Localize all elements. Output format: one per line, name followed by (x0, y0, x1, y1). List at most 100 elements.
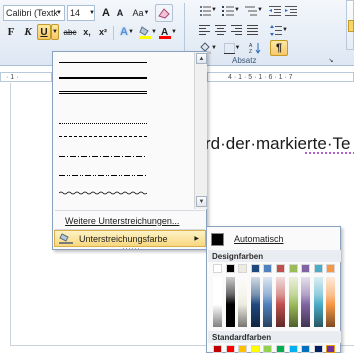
theme-color-shades[interactable] (301, 277, 311, 327)
standard-color-swatch[interactable] (301, 345, 311, 353)
decrease-indent-button[interactable] (268, 2, 282, 18)
theme-color-shades[interactable] (213, 277, 222, 327)
ruler-text-right: 4 · 1 · 5 · 1 · 6 · 1 · 7 (228, 73, 293, 81)
theme-color-swatch[interactable] (263, 264, 273, 273)
underline-style-dash-dot[interactable] (59, 156, 147, 157)
automatic-color-option[interactable]: Automatisch (211, 230, 337, 248)
numbering-button[interactable]: ▼ (220, 2, 242, 18)
underline-style-thick[interactable] (59, 77, 147, 79)
paragraph-dialog-launcher[interactable]: ↘ (326, 55, 336, 65)
shrink-font-button[interactable]: A (114, 5, 126, 21)
submenu-arrow-icon: ▶ (194, 236, 199, 242)
theme-colors-header: Designfarben (208, 250, 341, 262)
style-swatch[interactable] (348, 20, 354, 32)
underline-list-scrollbar[interactable]: ▲ ▼ (194, 52, 207, 209)
horizontal-ruler-left[interactable]: · 1 · (0, 72, 52, 82)
standard-color-swatch[interactable] (225, 345, 235, 353)
italic-button[interactable]: K (22, 24, 34, 40)
align-center-button[interactable] (213, 22, 227, 38)
underline-style-dash-dot-dot[interactable] (59, 175, 147, 176)
standard-color-swatch[interactable] (276, 345, 285, 353)
standard-colors-header: Standardfarben (208, 331, 341, 343)
bold-button[interactable]: F (5, 24, 17, 40)
horizontal-ruler-right[interactable]: 4 · 1 · 5 · 1 · 6 · 1 · 7 (207, 72, 354, 82)
theme-color-shades[interactable] (238, 277, 248, 327)
document-text[interactable]: rd·der·markierte·Te (205, 134, 350, 154)
chevron-up-icon: ▲ (198, 55, 205, 62)
line-spacing-button[interactable]: ▼ (268, 22, 290, 38)
font-color-icon: A (159, 27, 172, 39)
theme-color-swatch[interactable] (313, 264, 323, 273)
automatic-color-swatch (211, 232, 224, 246)
theme-color-swatch[interactable] (301, 264, 311, 273)
standard-color-swatch[interactable] (238, 345, 248, 353)
underline-style-double[interactable] (59, 91, 147, 94)
decrease-indent-icon (269, 5, 281, 16)
align-right-button[interactable] (229, 22, 243, 38)
pilcrow-icon: ¶ (275, 42, 283, 54)
standard-color-swatch[interactable] (213, 345, 222, 353)
borders-button[interactable]: ▼ (221, 40, 243, 56)
standard-color-swatch[interactable] (326, 345, 336, 353)
paragraph-group-label: Absatz (232, 56, 257, 65)
numbered-list-icon (222, 5, 235, 16)
borders-icon (223, 42, 235, 54)
theme-color-swatch[interactable] (213, 264, 222, 273)
text-effects-button[interactable]: A ▼ (117, 24, 137, 40)
underline-style-dashed[interactable] (59, 136, 147, 137)
underline-color-icon (59, 232, 73, 244)
standard-color-swatch[interactable] (250, 345, 260, 353)
underline-style-dotted[interactable] (59, 123, 147, 124)
subscript-button[interactable]: x, (80, 24, 94, 40)
bullet-list-icon (200, 5, 212, 16)
ruler-text-left: · 1 · (6, 73, 19, 81)
strikethrough-button[interactable]: abc (62, 24, 78, 40)
align-left-button[interactable] (197, 22, 211, 38)
underline-button[interactable]: U (37, 24, 51, 40)
grow-font-button[interactable]: A (99, 5, 113, 21)
increase-indent-icon (285, 5, 297, 16)
theme-color-shades[interactable] (326, 277, 336, 327)
clear-formatting-button[interactable] (155, 4, 173, 22)
increase-indent-button[interactable] (284, 2, 298, 18)
underline-style-wave[interactable] (59, 191, 147, 195)
underline-style-single[interactable] (59, 62, 147, 63)
theme-color-swatch[interactable] (288, 264, 298, 273)
font-size-dropdown-icon[interactable]: ▼ (88, 5, 96, 21)
standard-color-swatch[interactable] (313, 345, 323, 353)
sort-button[interactable]: AZ (247, 40, 265, 56)
justify-icon (246, 25, 258, 35)
theme-color-swatch[interactable] (225, 264, 235, 273)
resize-grip[interactable] (123, 248, 139, 250)
menu-separator (55, 210, 205, 211)
font-name-dropdown-icon[interactable]: ▼ (54, 5, 64, 21)
theme-color-shades[interactable] (288, 277, 298, 327)
theme-color-shades[interactable] (313, 277, 323, 327)
standard-color-swatch[interactable] (263, 345, 273, 353)
underline-dropdown-button[interactable]: ▼ (51, 24, 59, 40)
underline-styles-dropdown: ▲ ▼ Weitere Unterstreichungen... Unterst… (52, 51, 207, 250)
justify-button[interactable] (245, 22, 259, 38)
scroll-up-button[interactable]: ▲ (196, 53, 207, 64)
spelling-underline (305, 152, 354, 154)
change-case-button[interactable]: Aa ▼ (131, 5, 151, 21)
more-underlines-menu-item[interactable]: Weitere Unterstreichungen... (54, 212, 206, 229)
scroll-down-button[interactable]: ▼ (196, 196, 207, 207)
theme-color-swatch[interactable] (250, 264, 260, 273)
theme-color-swatch[interactable] (276, 264, 285, 273)
theme-color-swatch[interactable] (238, 264, 248, 273)
standard-color-swatch[interactable] (288, 345, 298, 353)
theme-color-shades[interactable] (225, 277, 235, 327)
bullets-button[interactable]: ▼ (197, 2, 219, 18)
show-formatting-marks-button[interactable]: ¶ (270, 40, 288, 56)
theme-color-swatch[interactable] (326, 264, 336, 273)
font-name-value: Calibri (Textk (6, 8, 59, 18)
highlight-color-button[interactable]: ▼ (138, 24, 158, 40)
underline-color-menu-item[interactable]: Unterstreichungsfarbe ▶ (54, 230, 206, 247)
theme-color-shades[interactable] (250, 277, 260, 327)
font-color-button[interactable]: A ▼ (158, 24, 178, 40)
theme-color-shades[interactable] (263, 277, 273, 327)
theme-color-shades[interactable] (276, 277, 285, 327)
superscript-button[interactable]: x² (96, 24, 110, 40)
multilevel-list-button[interactable]: ▼ (243, 2, 265, 18)
